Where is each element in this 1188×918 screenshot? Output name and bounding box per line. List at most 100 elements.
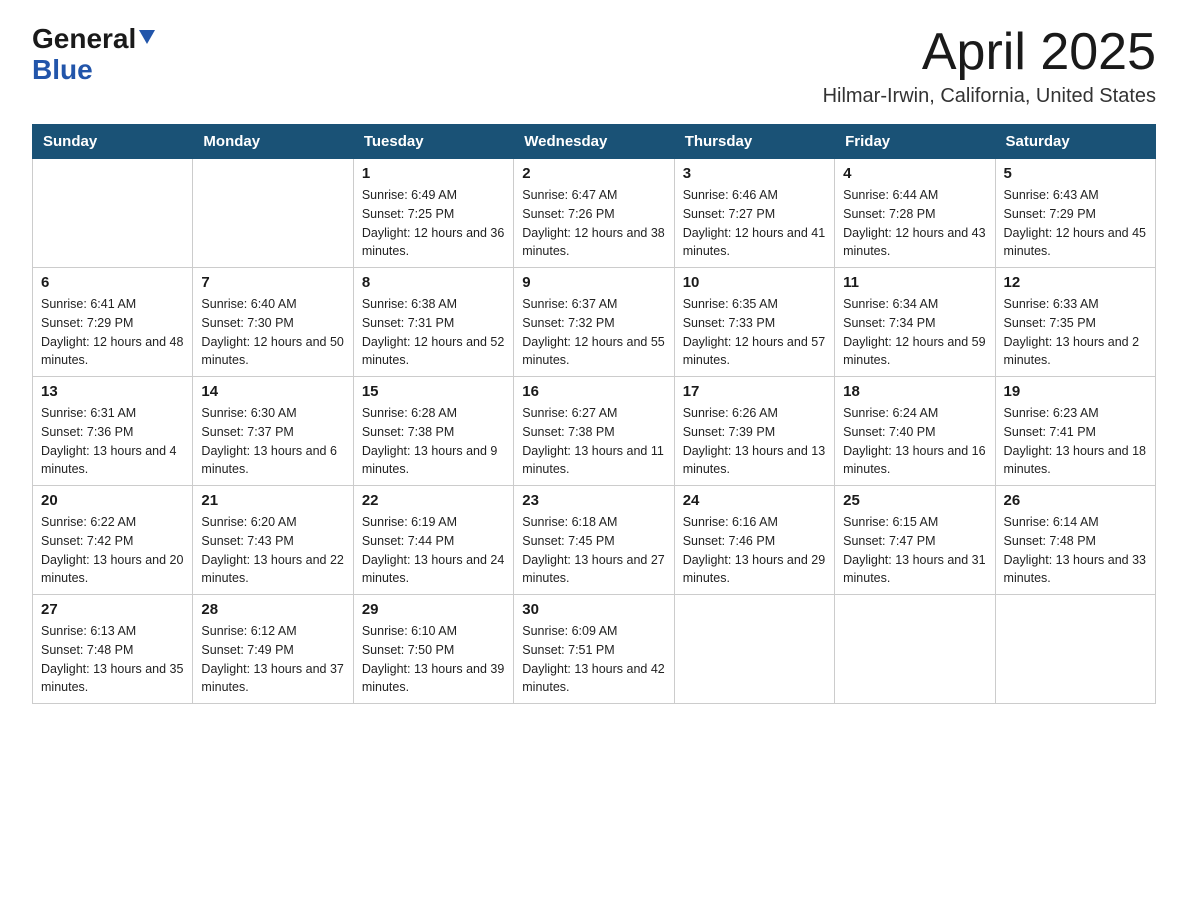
weekday-header-wednesday: Wednesday <box>514 125 674 159</box>
calendar-cell: 7Sunrise: 6:40 AMSunset: 7:30 PMDaylight… <box>193 268 353 377</box>
cell-sun-info: Sunrise: 6:44 AMSunset: 7:28 PMDaylight:… <box>843 186 986 261</box>
cell-day-number: 30 <box>522 601 665 618</box>
calendar-cell: 12 Sunrise: 6:33 AMSunset: 7:35 PMDayligh… <box>995 268 1155 377</box>
cell-sun-info: Sunrise: 6:40 AMSunset: 7:30 PMDaylight:… <box>201 295 344 370</box>
calendar-cell: 2 Sunrise: 6:47 AMSunset: 7:26 PMDaylight… <box>514 159 674 268</box>
cell-day-number: 8 <box>362 274 505 291</box>
cell-sun-info: Sunrise: 6:43 AMSunset: 7:29 PMDaylight:… <box>1004 186 1147 261</box>
cell-sun-info: Sunrise: 6:24 AMSunset: 7:40 PMDaylight:… <box>843 404 986 479</box>
cell-sun-info: Sunrise: 6:47 AMSunset: 7:26 PMDaylight:… <box>522 186 665 261</box>
cell-sun-info: Sunrise: 6:41 AMSunset: 7:29 PMDaylight:… <box>41 295 184 370</box>
cell-day-number: 14 <box>201 383 344 400</box>
cell-day-number: 22 <box>362 492 505 509</box>
calendar-cell: 23 Sunrise: 6:18 AMSunset: 7:45 PMDayligh… <box>514 486 674 595</box>
cell-sun-info: Sunrise: 6:16 AMSunset: 7:46 PMDaylight:… <box>683 513 826 588</box>
cell-day-number: 16 <box>522 383 665 400</box>
cell-sun-info: Sunrise: 6:31 AMSunset: 7:36 PMDaylight:… <box>41 404 184 479</box>
cell-day-number: 5 <box>1004 165 1147 182</box>
cell-day-number: 20 <box>41 492 184 509</box>
cell-day-number: 29 <box>362 601 505 618</box>
cell-sun-info: Sunrise: 6:12 AMSunset: 7:49 PMDaylight:… <box>201 622 344 697</box>
calendar-cell <box>33 159 193 268</box>
calendar-week-row: 1Sunrise: 6:49 AMSunset: 7:25 PMDaylight… <box>33 159 1156 268</box>
cell-day-number: 9 <box>522 274 665 291</box>
cell-sun-info: Sunrise: 6:23 AMSunset: 7:41 PMDaylight:… <box>1004 404 1147 479</box>
cell-sun-info: Sunrise: 6:30 AMSunset: 7:37 PMDaylight:… <box>201 404 344 479</box>
calendar-cell: 13 Sunrise: 6:31 AMSunset: 7:36 PMDayligh… <box>33 377 193 486</box>
cell-sun-info: Sunrise: 6:35 AMSunset: 7:33 PMDaylight:… <box>683 295 826 370</box>
calendar-week-row: 27 Sunrise: 6:13 AMSunset: 7:48 PMDayligh… <box>33 595 1156 704</box>
cell-day-number: 11 <box>843 274 986 291</box>
cell-day-number: 28 <box>201 601 344 618</box>
calendar-cell: 18 Sunrise: 6:24 AMSunset: 7:40 PMDayligh… <box>835 377 995 486</box>
calendar-cell <box>193 159 353 268</box>
calendar-cell: 8 Sunrise: 6:38 AMSunset: 7:31 PMDaylight… <box>353 268 513 377</box>
cell-sun-info: Sunrise: 6:15 AMSunset: 7:47 PMDaylight:… <box>843 513 986 588</box>
calendar-location: Hilmar-Irwin, California, United States <box>823 85 1156 108</box>
logo: General Blue <box>32 24 155 86</box>
calendar-cell: 16Sunrise: 6:27 AMSunset: 7:38 PMDayligh… <box>514 377 674 486</box>
cell-sun-info: Sunrise: 6:28 AMSunset: 7:38 PMDaylight:… <box>362 404 505 479</box>
cell-day-number: 10 <box>683 274 826 291</box>
cell-day-number: 23 <box>522 492 665 509</box>
calendar-week-row: 20 Sunrise: 6:22 AMSunset: 7:42 PMDayligh… <box>33 486 1156 595</box>
cell-day-number: 12 <box>1004 274 1147 291</box>
calendar-cell: 26Sunrise: 6:14 AMSunset: 7:48 PMDayligh… <box>995 486 1155 595</box>
logo-blue-text: Blue <box>32 54 93 85</box>
cell-sun-info: Sunrise: 6:26 AMSunset: 7:39 PMDaylight:… <box>683 404 826 479</box>
calendar-cell: 14 Sunrise: 6:30 AMSunset: 7:37 PMDayligh… <box>193 377 353 486</box>
cell-day-number: 18 <box>843 383 986 400</box>
calendar-cell: 28 Sunrise: 6:12 AMSunset: 7:49 PMDayligh… <box>193 595 353 704</box>
cell-sun-info: Sunrise: 6:38 AMSunset: 7:31 PMDaylight:… <box>362 295 505 370</box>
cell-sun-info: Sunrise: 6:20 AMSunset: 7:43 PMDaylight:… <box>201 513 344 588</box>
cell-day-number: 19 <box>1004 383 1147 400</box>
calendar-cell: 4 Sunrise: 6:44 AMSunset: 7:28 PMDaylight… <box>835 159 995 268</box>
calendar-cell: 20 Sunrise: 6:22 AMSunset: 7:42 PMDayligh… <box>33 486 193 595</box>
cell-day-number: 6 <box>41 274 184 291</box>
weekday-header-monday: Monday <box>193 125 353 159</box>
page-header: General Blue April 2025 Hilmar-Irwin, Ca… <box>32 24 1156 108</box>
cell-day-number: 25 <box>843 492 986 509</box>
cell-day-number: 13 <box>41 383 184 400</box>
calendar-cell: 30Sunrise: 6:09 AMSunset: 7:51 PMDayligh… <box>514 595 674 704</box>
cell-sun-info: Sunrise: 6:13 AMSunset: 7:48 PMDaylight:… <box>41 622 184 697</box>
calendar-cell: 22 Sunrise: 6:19 AMSunset: 7:44 PMDayligh… <box>353 486 513 595</box>
calendar-cell: 27 Sunrise: 6:13 AMSunset: 7:48 PMDayligh… <box>33 595 193 704</box>
title-block: April 2025 Hilmar-Irwin, California, Uni… <box>823 24 1156 108</box>
cell-sun-info: Sunrise: 6:33 AMSunset: 7:35 PMDaylight:… <box>1004 295 1147 370</box>
calendar-cell: 17Sunrise: 6:26 AMSunset: 7:39 PMDayligh… <box>674 377 834 486</box>
calendar-week-row: 6 Sunrise: 6:41 AMSunset: 7:29 PMDaylight… <box>33 268 1156 377</box>
cell-day-number: 27 <box>41 601 184 618</box>
calendar-cell <box>995 595 1155 704</box>
cell-day-number: 1 <box>362 165 505 182</box>
calendar-week-row: 13 Sunrise: 6:31 AMSunset: 7:36 PMDayligh… <box>33 377 1156 486</box>
cell-sun-info: Sunrise: 6:18 AMSunset: 7:45 PMDaylight:… <box>522 513 665 588</box>
calendar-cell: 9 Sunrise: 6:37 AMSunset: 7:32 PMDaylight… <box>514 268 674 377</box>
cell-sun-info: Sunrise: 6:19 AMSunset: 7:44 PMDaylight:… <box>362 513 505 588</box>
cell-day-number: 2 <box>522 165 665 182</box>
logo-triangle-icon <box>139 30 155 49</box>
calendar-cell: 3 Sunrise: 6:46 AMSunset: 7:27 PMDaylight… <box>674 159 834 268</box>
cell-sun-info: Sunrise: 6:34 AMSunset: 7:34 PMDaylight:… <box>843 295 986 370</box>
weekday-header-saturday: Saturday <box>995 125 1155 159</box>
cell-day-number: 15 <box>362 383 505 400</box>
calendar-header-row: SundayMondayTuesdayWednesdayThursdayFrid… <box>33 125 1156 159</box>
weekday-header-tuesday: Tuesday <box>353 125 513 159</box>
calendar-cell <box>835 595 995 704</box>
cell-sun-info: Sunrise: 6:37 AMSunset: 7:32 PMDaylight:… <box>522 295 665 370</box>
weekday-header-sunday: Sunday <box>33 125 193 159</box>
calendar-cell: 5 Sunrise: 6:43 AMSunset: 7:29 PMDaylight… <box>995 159 1155 268</box>
cell-sun-info: Sunrise: 6:46 AMSunset: 7:27 PMDaylight:… <box>683 186 826 261</box>
calendar-cell: 19 Sunrise: 6:23 AMSunset: 7:41 PMDayligh… <box>995 377 1155 486</box>
cell-day-number: 24 <box>683 492 826 509</box>
cell-day-number: 26 <box>1004 492 1147 509</box>
calendar-cell: 29Sunrise: 6:10 AMSunset: 7:50 PMDayligh… <box>353 595 513 704</box>
calendar-cell: 15 Sunrise: 6:28 AMSunset: 7:38 PMDayligh… <box>353 377 513 486</box>
calendar-cell: 1Sunrise: 6:49 AMSunset: 7:25 PMDaylight… <box>353 159 513 268</box>
cell-sun-info: Sunrise: 6:22 AMSunset: 7:42 PMDaylight:… <box>41 513 184 588</box>
cell-day-number: 3 <box>683 165 826 182</box>
calendar-cell: 6 Sunrise: 6:41 AMSunset: 7:29 PMDaylight… <box>33 268 193 377</box>
calendar-cell: 25 Sunrise: 6:15 AMSunset: 7:47 PMDayligh… <box>835 486 995 595</box>
cell-day-number: 4 <box>843 165 986 182</box>
cell-day-number: 21 <box>201 492 344 509</box>
